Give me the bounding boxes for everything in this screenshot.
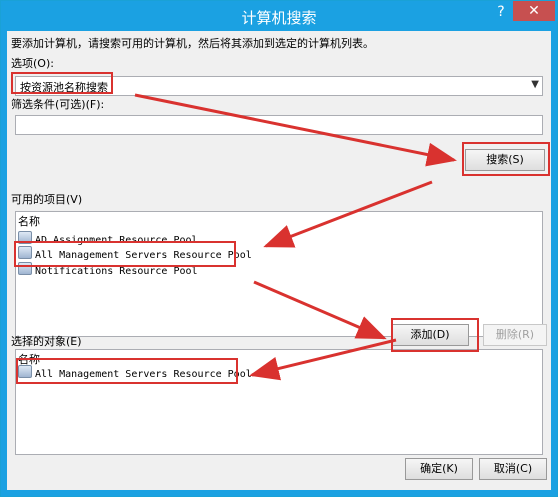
annotation-arrows	[134, 93, 457, 381]
arrow-options-to-search	[134, 93, 457, 167]
arrow-item-to-add	[253, 280, 387, 340]
arrow-search-to-item	[263, 180, 433, 248]
arrow-add-to-selected	[249, 338, 397, 381]
